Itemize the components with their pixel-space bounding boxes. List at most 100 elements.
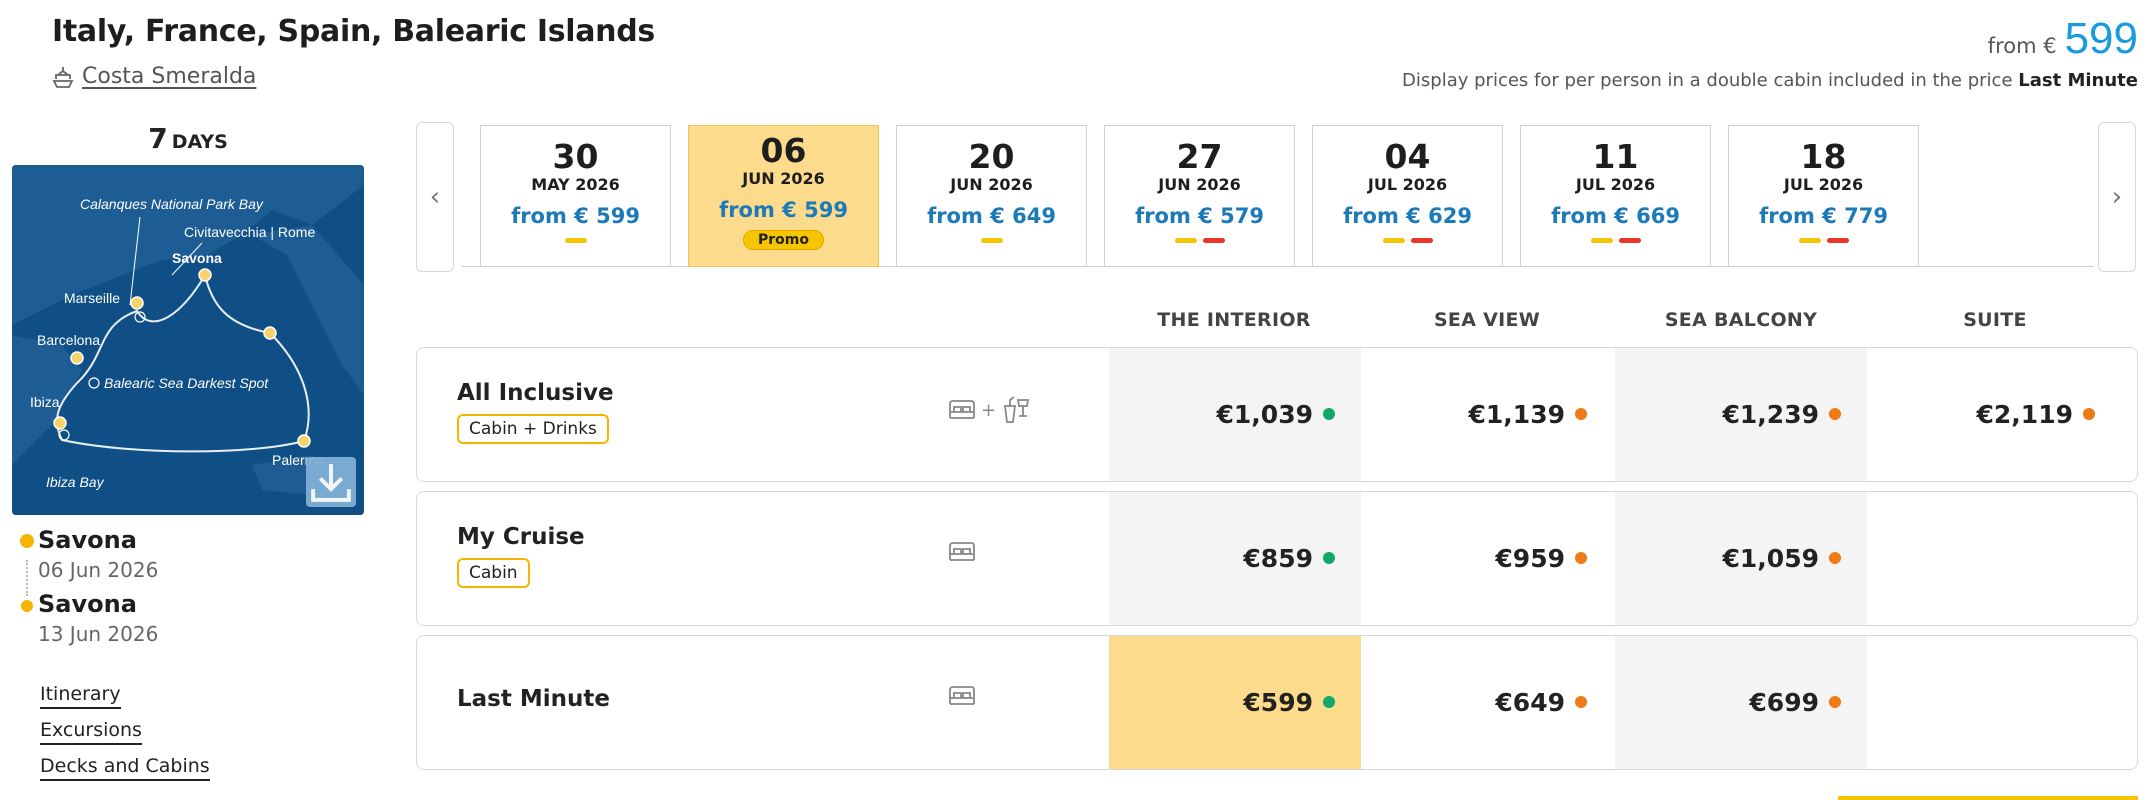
bed-icon xyxy=(949,542,975,561)
price-value: €1,039 xyxy=(1216,399,1313,429)
itinerary-link[interactable]: Itinerary xyxy=(40,683,121,709)
location-dot-icon xyxy=(21,600,33,612)
availability-dot-icon xyxy=(1575,552,1587,564)
price-value: €699 xyxy=(1749,687,1819,717)
date-card[interactable]: 11 JUL 2026 from € 669 xyxy=(1520,125,1711,267)
cabin-price[interactable]: €859 xyxy=(1243,540,1335,576)
chevron-right-icon: › xyxy=(2111,182,2123,212)
availability-bar-yellow xyxy=(1382,238,1405,243)
availability-bars xyxy=(1313,238,1502,243)
availability-bars xyxy=(481,238,670,243)
map-download-button[interactable] xyxy=(306,457,356,507)
bed-icon xyxy=(949,686,975,705)
fare-row: All Inclusive Cabin + Drinks + €1,039 €1,139… xyxy=(416,347,2138,482)
date-from-price: from € 629 xyxy=(1343,204,1472,228)
chevron-left-icon: ‹ xyxy=(429,182,441,212)
availability-dot-icon xyxy=(1829,408,1841,420)
bed-icon xyxy=(949,400,975,419)
label-ibiza-bay: Ibiza Bay xyxy=(46,474,105,490)
date-card[interactable]: 18 JUL 2026 from € 779 xyxy=(1728,125,1919,267)
availability-bars xyxy=(1729,238,1918,243)
date-from-price: from € 599 xyxy=(719,198,848,222)
price-value: €1,059 xyxy=(1722,543,1819,573)
availability-dot-icon xyxy=(1575,408,1587,420)
cta-bar-edge xyxy=(1838,796,2138,800)
label-civitavecchia: Civitavecchia | Rome xyxy=(184,224,315,240)
cabin-price[interactable]: €599 xyxy=(1243,684,1335,720)
availability-dot-icon xyxy=(1323,552,1335,564)
port-civitavecchia xyxy=(263,326,277,340)
price-value: €859 xyxy=(1243,543,1313,573)
label-barcelona: Barcelona xyxy=(37,332,100,348)
location-pin-icon xyxy=(20,534,34,548)
label-balearic: Balearic Sea Darkest Spot xyxy=(104,375,269,391)
availability-bar-red xyxy=(1202,238,1225,243)
port-marseille xyxy=(130,296,144,310)
fare-icons xyxy=(947,538,977,566)
date-month: JUL 2026 xyxy=(1783,175,1864,194)
trip-duration: 7 DAYS xyxy=(12,122,364,155)
date-day: 04 xyxy=(1384,137,1431,176)
availability-dot-icon xyxy=(1323,408,1335,420)
col-head-suite: SUITE xyxy=(1963,309,2027,331)
price-value: €649 xyxy=(1495,687,1565,717)
cabin-price[interactable]: €1,059 xyxy=(1723,540,1841,576)
price-from: from € 599 xyxy=(1988,14,2138,64)
cabin-price[interactable]: €1,239 xyxy=(1723,396,1841,432)
fare-name: All Inclusive xyxy=(457,380,614,406)
cabin-price[interactable]: €959 xyxy=(1495,540,1587,576)
date-month: JUN 2026 xyxy=(1158,175,1241,194)
fare-name: My Cruise xyxy=(457,524,585,550)
date-from-price: from € 579 xyxy=(1135,204,1264,228)
departure-city: Savona xyxy=(38,526,137,554)
itinerary-map[interactable]: Calanques National Park Bay Civitavecchi… xyxy=(12,165,364,515)
date-card[interactable]: 06 JUN 2026 from € 599 Promo xyxy=(688,125,879,267)
price-value: €959 xyxy=(1495,543,1565,573)
promo-badge: Promo xyxy=(743,230,824,250)
date-day: 11 xyxy=(1592,137,1639,176)
ship-link[interactable]: Costa Smeralda xyxy=(52,64,256,89)
cabin-price[interactable]: €649 xyxy=(1495,684,1587,720)
availability-bar-red xyxy=(1826,238,1849,243)
page-title: Italy, France, Spain, Balearic Islands xyxy=(52,14,655,49)
from-price: 599 xyxy=(2064,14,2138,63)
port-savona xyxy=(198,268,212,282)
fare-icons: + xyxy=(947,394,1032,426)
date-from-price: from € 599 xyxy=(511,204,640,228)
excursions-link[interactable]: Excursions xyxy=(40,719,142,745)
date-day: 20 xyxy=(968,137,1015,176)
availability-dot-icon xyxy=(1575,696,1587,708)
date-day: 30 xyxy=(552,137,599,176)
price-value: €1,139 xyxy=(1468,399,1565,429)
cabin-price[interactable]: €1,139 xyxy=(1469,396,1587,432)
date-month: JUL 2026 xyxy=(1575,175,1656,194)
cabin-price[interactable]: €2,119 xyxy=(1977,396,2095,432)
port-ibiza xyxy=(53,416,67,430)
port-palermo xyxy=(297,434,311,448)
price-note-text: Display prices for per person in a doubl… xyxy=(1402,70,2013,91)
cabin-price[interactable]: €1,039 xyxy=(1217,396,1335,432)
carousel-prev-button[interactable]: ‹ xyxy=(416,122,454,272)
date-card[interactable]: 04 JUL 2026 from € 629 xyxy=(1312,125,1503,267)
availability-bars xyxy=(897,238,1086,243)
carousel-next-button[interactable]: › xyxy=(2098,122,2136,272)
availability-bar-red xyxy=(1410,238,1433,243)
price-note: Display prices for per person in a doubl… xyxy=(1402,70,2138,91)
availability-dot-icon xyxy=(1829,696,1841,708)
date-card[interactable]: 27 JUN 2026 from € 579 xyxy=(1104,125,1295,267)
date-card[interactable]: 20 JUN 2026 from € 649 xyxy=(896,125,1087,267)
availability-bar-yellow xyxy=(980,238,1003,243)
port-barcelona xyxy=(70,351,84,365)
fare-tag: Cabin + Drinks xyxy=(457,414,609,444)
availability-dot-icon xyxy=(1323,696,1335,708)
decks-cabins-link[interactable]: Decks and Cabins xyxy=(40,755,210,781)
arrival-date: 13 Jun 2026 xyxy=(38,622,159,646)
date-month: JUL 2026 xyxy=(1367,175,1448,194)
availability-bars xyxy=(1521,238,1710,243)
label-marseille: Marseille xyxy=(64,290,120,306)
cabin-price[interactable]: €699 xyxy=(1749,684,1841,720)
availability-bar-yellow xyxy=(1798,238,1821,243)
ship-name[interactable]: Costa Smeralda xyxy=(82,64,256,89)
from-label: from € xyxy=(1987,34,2057,58)
date-card[interactable]: 30 MAY 2026 from € 599 xyxy=(480,125,671,267)
